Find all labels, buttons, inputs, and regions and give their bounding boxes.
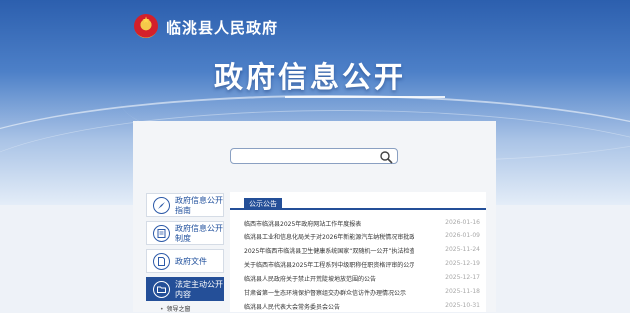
notice-date: 2025-11-18: [445, 288, 480, 295]
search-box: [230, 148, 398, 164]
notice-date: 2026-01-16: [445, 219, 480, 226]
file-icon: [153, 253, 170, 270]
notice-date: 2025-12-17: [445, 274, 480, 281]
list-item[interactable]: 2025年临西市临洮县卫生健康系统国家“双随机一公开”执法检查情况公... 20…: [244, 244, 480, 257]
notice-date: 2026-01-09: [445, 232, 480, 239]
list-item[interactable]: 临西市临洮县2025年政府网站工作年度报表 2026-01-16: [244, 217, 480, 230]
folder-icon: [153, 281, 170, 298]
notice-title[interactable]: 临洮县人民代表大会常务委员会公告: [244, 302, 414, 311]
sidebar-item-guide[interactable]: 政府信息公开指南: [146, 193, 224, 217]
notice-title[interactable]: 甘肃省第一生态环境保护督察组交办群众信访件办理情况公示: [244, 288, 414, 297]
sidebar-item-label: 政府信息公开制度: [175, 224, 223, 243]
sidebar-item-label: 政府文件: [175, 257, 207, 266]
notice-date: 2025-12-19: [445, 260, 480, 267]
tab-notices[interactable]: 公示公告: [244, 198, 282, 210]
page-title: 政府信息公开: [214, 60, 407, 94]
notice-title[interactable]: 关于临西市临洮县2025年工程系列中级职称任职资格评审的公示: [244, 260, 414, 269]
search-icon[interactable]: [379, 149, 394, 164]
sidebar-item-label: 政府信息公开指南: [175, 196, 223, 215]
search-input[interactable]: [235, 150, 375, 162]
sidebar-item-rules[interactable]: 政府信息公开制度: [146, 221, 224, 245]
sidebar-item-label: 法定主动公开内容: [175, 280, 223, 299]
site-title[interactable]: 临洮县人民政府: [166, 17, 278, 38]
notice-list-header: 公示公告: [230, 192, 486, 210]
document-list-icon: [153, 225, 170, 242]
notice-date: 2025-11-24: [445, 246, 480, 253]
list-item[interactable]: 临洮县工业和信息化局关于对2026年新能源汽车纳税情况审批政策的意... 202…: [244, 230, 480, 243]
notice-title[interactable]: 临西市临洮县2025年政府网站工作年度报表: [244, 219, 414, 228]
notice-title[interactable]: 临洮县人民政府关于禁止开荒陡坡地放范围的公告: [244, 274, 414, 283]
notice-title[interactable]: 2025年临西市临洮县卫生健康系统国家“双随机一公开”执法检查情况公...: [244, 246, 414, 255]
sidebar-item-documents[interactable]: 政府文件: [146, 249, 224, 273]
notice-date: 2025-10-31: [445, 302, 480, 309]
list-item[interactable]: 临洮县人民政府关于禁止开荒陡坡地放范围的公告 2025-12-17: [244, 272, 480, 285]
notice-title[interactable]: 临洮县工业和信息化局关于对2026年新能源汽车纳税情况审批政策的意...: [244, 232, 414, 241]
list-item[interactable]: 甘肃省第一生态环境保护督察组交办群众信访件办理情况公示 2025-11-18: [244, 286, 480, 299]
title-underline: [285, 96, 445, 98]
compass-icon: [153, 197, 170, 214]
list-item[interactable]: 关于临西市临洮县2025年工程系列中级职称任职资格评审的公示 2025-12-1…: [244, 258, 480, 271]
list-item[interactable]: 临洮县人民代表大会常务委员会公告 2025-10-31: [244, 300, 480, 313]
national-emblem-icon[interactable]: ★: [134, 14, 158, 38]
sidebar-item-statutory[interactable]: 法定主动公开内容: [146, 277, 224, 301]
notice-list: 公示公告 临西市临洮县2025年政府网站工作年度报表 2026-01-16 临洮…: [230, 192, 486, 312]
